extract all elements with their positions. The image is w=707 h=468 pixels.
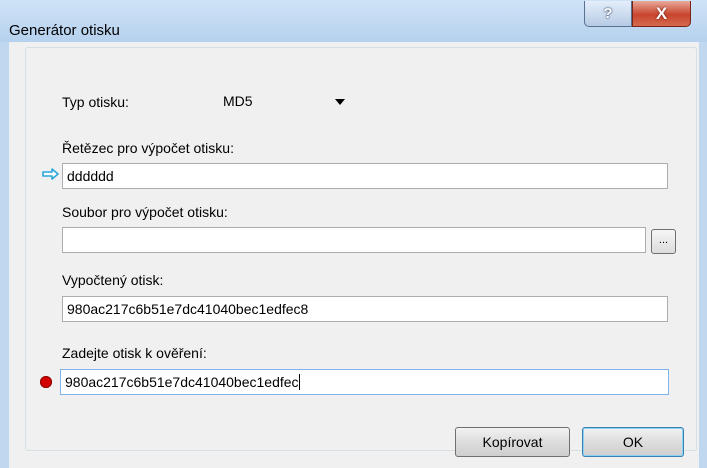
computed-hash-field[interactable]: 980ac217c6b51e7dc41040bec1edfec8: [62, 296, 668, 322]
close-icon: X: [655, 3, 668, 23]
browse-button[interactable]: ...: [651, 229, 676, 254]
hash-type-value: MD5: [223, 93, 253, 109]
string-input[interactable]: dddddd: [62, 163, 668, 189]
ok-button[interactable]: OK: [582, 427, 684, 457]
chevron-down-icon: [335, 99, 345, 105]
mismatch-dot-icon: [40, 376, 52, 388]
string-label: Řetězec pro výpočet otisku:: [62, 140, 234, 156]
arrow-right-icon: [42, 168, 59, 180]
window-title: Generátor otisku: [9, 22, 120, 39]
verify-hash-input[interactable]: 980ac217c6b51e7dc41040bec1edfec: [60, 369, 669, 395]
text-caret: [298, 373, 300, 390]
help-button[interactable]: ?: [584, 1, 632, 27]
verify-hash-value: 980ac217c6b51e7dc41040bec1edfec: [65, 374, 299, 390]
hash-type-label: Typ otisku:: [62, 94, 129, 110]
computed-label: Vypočtený otisk:: [62, 272, 164, 288]
dialog-window: Generátor otisku ? X Typ otisku: MD5 Řet…: [0, 0, 707, 468]
verify-label: Zadejte otisk k ověření:: [62, 345, 207, 361]
help-icon: ?: [603, 5, 613, 22]
file-label: Soubor pro výpočet otisku:: [62, 204, 228, 220]
copy-button[interactable]: Kopírovat: [455, 427, 570, 457]
title-bar[interactable]: Generátor otisku ? X: [0, 0, 707, 42]
hash-type-select[interactable]: MD5: [217, 89, 355, 115]
close-button[interactable]: X: [632, 1, 691, 27]
file-input[interactable]: [62, 227, 646, 253]
